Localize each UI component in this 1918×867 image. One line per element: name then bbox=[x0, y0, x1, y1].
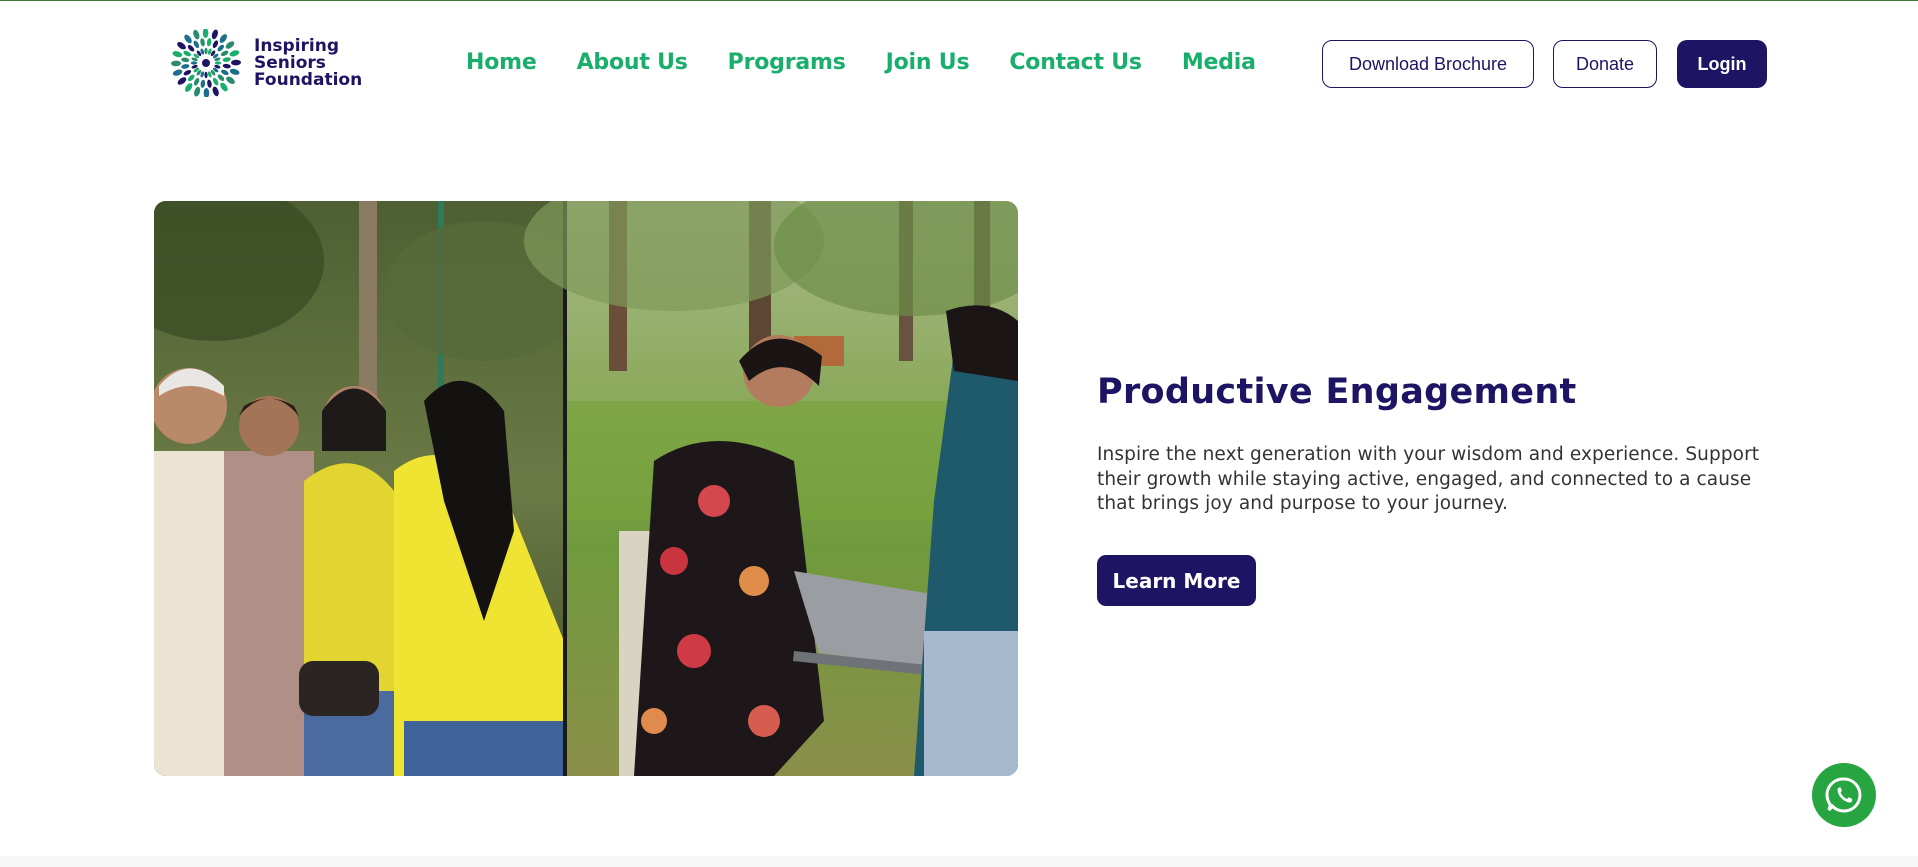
main-nav: Home About Us Programs Join Us Contact U… bbox=[466, 49, 1296, 77]
hero-image bbox=[154, 201, 1018, 776]
logo-text: Inspiring Seniors Foundation bbox=[254, 35, 363, 90]
logo-icon bbox=[171, 29, 241, 97]
nav-programs[interactable]: Programs bbox=[728, 49, 846, 77]
site-header: Inspiring Seniors Foundation Home About … bbox=[0, 1, 1918, 124]
whatsapp-button[interactable] bbox=[1812, 763, 1876, 827]
logo-line-2: Seniors bbox=[254, 52, 326, 73]
login-button[interactable]: Login bbox=[1677, 40, 1767, 88]
hero-description: Inspire the next generation with your wi… bbox=[1097, 444, 1760, 514]
logo-line-1: Inspiring bbox=[254, 35, 340, 56]
hero-title: Productive Engagement bbox=[1097, 372, 1577, 412]
learn-more-button[interactable]: Learn More bbox=[1097, 555, 1256, 606]
download-brochure-button[interactable]: Download Brochure bbox=[1322, 40, 1534, 88]
footer-strip bbox=[0, 856, 1918, 867]
nav-media[interactable]: Media bbox=[1182, 49, 1256, 77]
nav-contact-us[interactable]: Contact Us bbox=[1009, 49, 1142, 77]
nav-home[interactable]: Home bbox=[466, 49, 537, 77]
photo-collage-icon bbox=[154, 201, 1018, 776]
nav-join-us[interactable]: Join Us bbox=[886, 49, 970, 77]
whatsapp-icon bbox=[1825, 777, 1862, 813]
logo-link[interactable]: Inspiring Seniors Foundation bbox=[166, 29, 362, 97]
logo-line-3: Foundation bbox=[254, 69, 363, 90]
donate-button[interactable]: Donate bbox=[1553, 40, 1657, 88]
nav-about-us[interactable]: About Us bbox=[577, 49, 688, 77]
